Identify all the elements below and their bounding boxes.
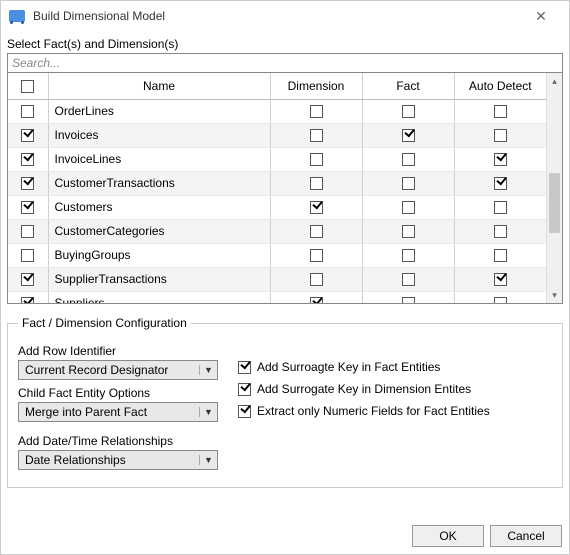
col-select-all[interactable] <box>8 73 48 99</box>
row-fact-checkbox[interactable] <box>402 297 415 303</box>
col-auto-detect[interactable]: Auto Detect <box>454 73 546 99</box>
entity-table: Name Dimension Fact Auto Detect OrderLin… <box>7 72 563 304</box>
row-select-checkbox[interactable] <box>21 201 34 214</box>
row-select-checkbox[interactable] <box>21 105 34 118</box>
row-name[interactable]: Invoices <box>48 123 270 147</box>
col-fact[interactable]: Fact <box>362 73 454 99</box>
row-dimension-checkbox[interactable] <box>310 129 323 142</box>
row-fact-checkbox[interactable] <box>402 225 415 238</box>
date-rel-combo[interactable]: Date Relationships ▼ <box>18 450 218 470</box>
scroll-down-arrow-icon[interactable]: ▾ <box>547 287 562 303</box>
row-dimension-checkbox[interactable] <box>310 225 323 238</box>
row-auto-detect-checkbox[interactable] <box>494 273 507 286</box>
row-dimension-checkbox[interactable] <box>310 201 323 214</box>
opt-surrogate-dim-label: Add Surrogate Key in Dimension Entites <box>257 382 471 396</box>
opt-numeric-only-label: Extract only Numeric Fields for Fact Ent… <box>257 404 490 418</box>
row-auto-detect-checkbox[interactable] <box>494 177 507 190</box>
opt-numeric-only-checkbox[interactable] <box>238 405 251 418</box>
row-dimension-checkbox[interactable] <box>310 105 323 118</box>
row-name[interactable]: BuyingGroups <box>48 243 270 267</box>
row-name[interactable]: Suppliers <box>48 291 270 303</box>
chevron-down-icon: ▼ <box>199 365 217 375</box>
row-auto-detect-checkbox[interactable] <box>494 297 507 303</box>
table-row: InvoiceLines <box>8 147 546 171</box>
row-select-checkbox[interactable] <box>21 177 34 190</box>
scroll-thumb[interactable] <box>549 173 560 233</box>
window-title: Build Dimensional Model <box>33 9 521 23</box>
row-dimension-checkbox[interactable] <box>310 297 323 303</box>
row-dimension-checkbox[interactable] <box>310 273 323 286</box>
select-all-checkbox[interactable] <box>21 80 34 93</box>
col-name[interactable]: Name <box>48 73 270 99</box>
date-rel-value: Date Relationships <box>19 453 199 467</box>
ok-button[interactable]: OK <box>412 525 484 547</box>
titlebar: Build Dimensional Model ✕ <box>1 1 569 31</box>
row-id-value: Current Record Designator <box>19 363 199 377</box>
row-auto-detect-checkbox[interactable] <box>494 153 507 166</box>
row-fact-checkbox[interactable] <box>402 177 415 190</box>
cancel-button[interactable]: Cancel <box>490 525 562 547</box>
table-row: CustomerCategories <box>8 219 546 243</box>
section-label: Select Fact(s) and Dimension(s) <box>7 37 563 51</box>
opt-surrogate-fact-label: Add Surroagte Key in Fact Entities <box>257 360 440 374</box>
opt-surrogate-dim-checkbox[interactable] <box>238 383 251 396</box>
child-fact-label: Child Fact Entity Options <box>18 386 218 400</box>
row-id-combo[interactable]: Current Record Designator ▼ <box>18 360 218 380</box>
row-fact-checkbox[interactable] <box>402 249 415 262</box>
row-auto-detect-checkbox[interactable] <box>494 225 507 238</box>
row-name[interactable]: CustomerCategories <box>48 219 270 243</box>
row-dimension-checkbox[interactable] <box>310 153 323 166</box>
col-dimension[interactable]: Dimension <box>270 73 362 99</box>
row-fact-checkbox[interactable] <box>402 273 415 286</box>
row-select-checkbox[interactable] <box>21 129 34 142</box>
row-auto-detect-checkbox[interactable] <box>494 129 507 142</box>
table-row: Suppliers <box>8 291 546 303</box>
row-fact-checkbox[interactable] <box>402 129 415 142</box>
dialog-footer: OK Cancel <box>412 525 562 547</box>
chevron-down-icon: ▼ <box>199 455 217 465</box>
row-dimension-checkbox[interactable] <box>310 249 323 262</box>
row-name[interactable]: OrderLines <box>48 99 270 123</box>
row-name[interactable]: Customers <box>48 195 270 219</box>
chevron-down-icon: ▼ <box>199 407 217 417</box>
row-auto-detect-checkbox[interactable] <box>494 201 507 214</box>
row-name[interactable]: InvoiceLines <box>48 147 270 171</box>
row-name[interactable]: CustomerTransactions <box>48 171 270 195</box>
table-row: OrderLines <box>8 99 546 123</box>
table-row: SupplierTransactions <box>8 267 546 291</box>
row-select-checkbox[interactable] <box>21 249 34 262</box>
table-header-row: Name Dimension Fact Auto Detect <box>8 73 546 99</box>
close-icon[interactable]: ✕ <box>521 8 561 25</box>
row-select-checkbox[interactable] <box>21 273 34 286</box>
row-id-label: Add Row Identifier <box>18 344 218 358</box>
row-fact-checkbox[interactable] <box>402 105 415 118</box>
search-wrap <box>7 53 563 72</box>
table-row: Customers <box>8 195 546 219</box>
opt-surrogate-fact-checkbox[interactable] <box>238 361 251 374</box>
config-fieldset: Fact / Dimension Configuration Add Row I… <box>7 316 563 488</box>
child-fact-combo[interactable]: Merge into Parent Fact ▼ <box>18 402 218 422</box>
date-rel-label: Add Date/Time Relationships <box>18 434 218 448</box>
row-fact-checkbox[interactable] <box>402 153 415 166</box>
child-fact-value: Merge into Parent Fact <box>19 405 199 419</box>
search-input[interactable] <box>8 54 562 72</box>
scroll-up-arrow-icon[interactable]: ▴ <box>547 73 562 89</box>
row-dimension-checkbox[interactable] <box>310 177 323 190</box>
table-row: Invoices <box>8 123 546 147</box>
row-select-checkbox[interactable] <box>21 297 34 303</box>
row-select-checkbox[interactable] <box>21 153 34 166</box>
row-auto-detect-checkbox[interactable] <box>494 249 507 262</box>
row-select-checkbox[interactable] <box>21 225 34 238</box>
config-legend: Fact / Dimension Configuration <box>18 316 191 330</box>
row-fact-checkbox[interactable] <box>402 201 415 214</box>
app-icon <box>9 10 25 22</box>
vertical-scrollbar[interactable]: ▴ ▾ <box>546 73 562 303</box>
table-row: BuyingGroups <box>8 243 546 267</box>
table-row: CustomerTransactions <box>8 171 546 195</box>
row-name[interactable]: SupplierTransactions <box>48 267 270 291</box>
row-auto-detect-checkbox[interactable] <box>494 105 507 118</box>
